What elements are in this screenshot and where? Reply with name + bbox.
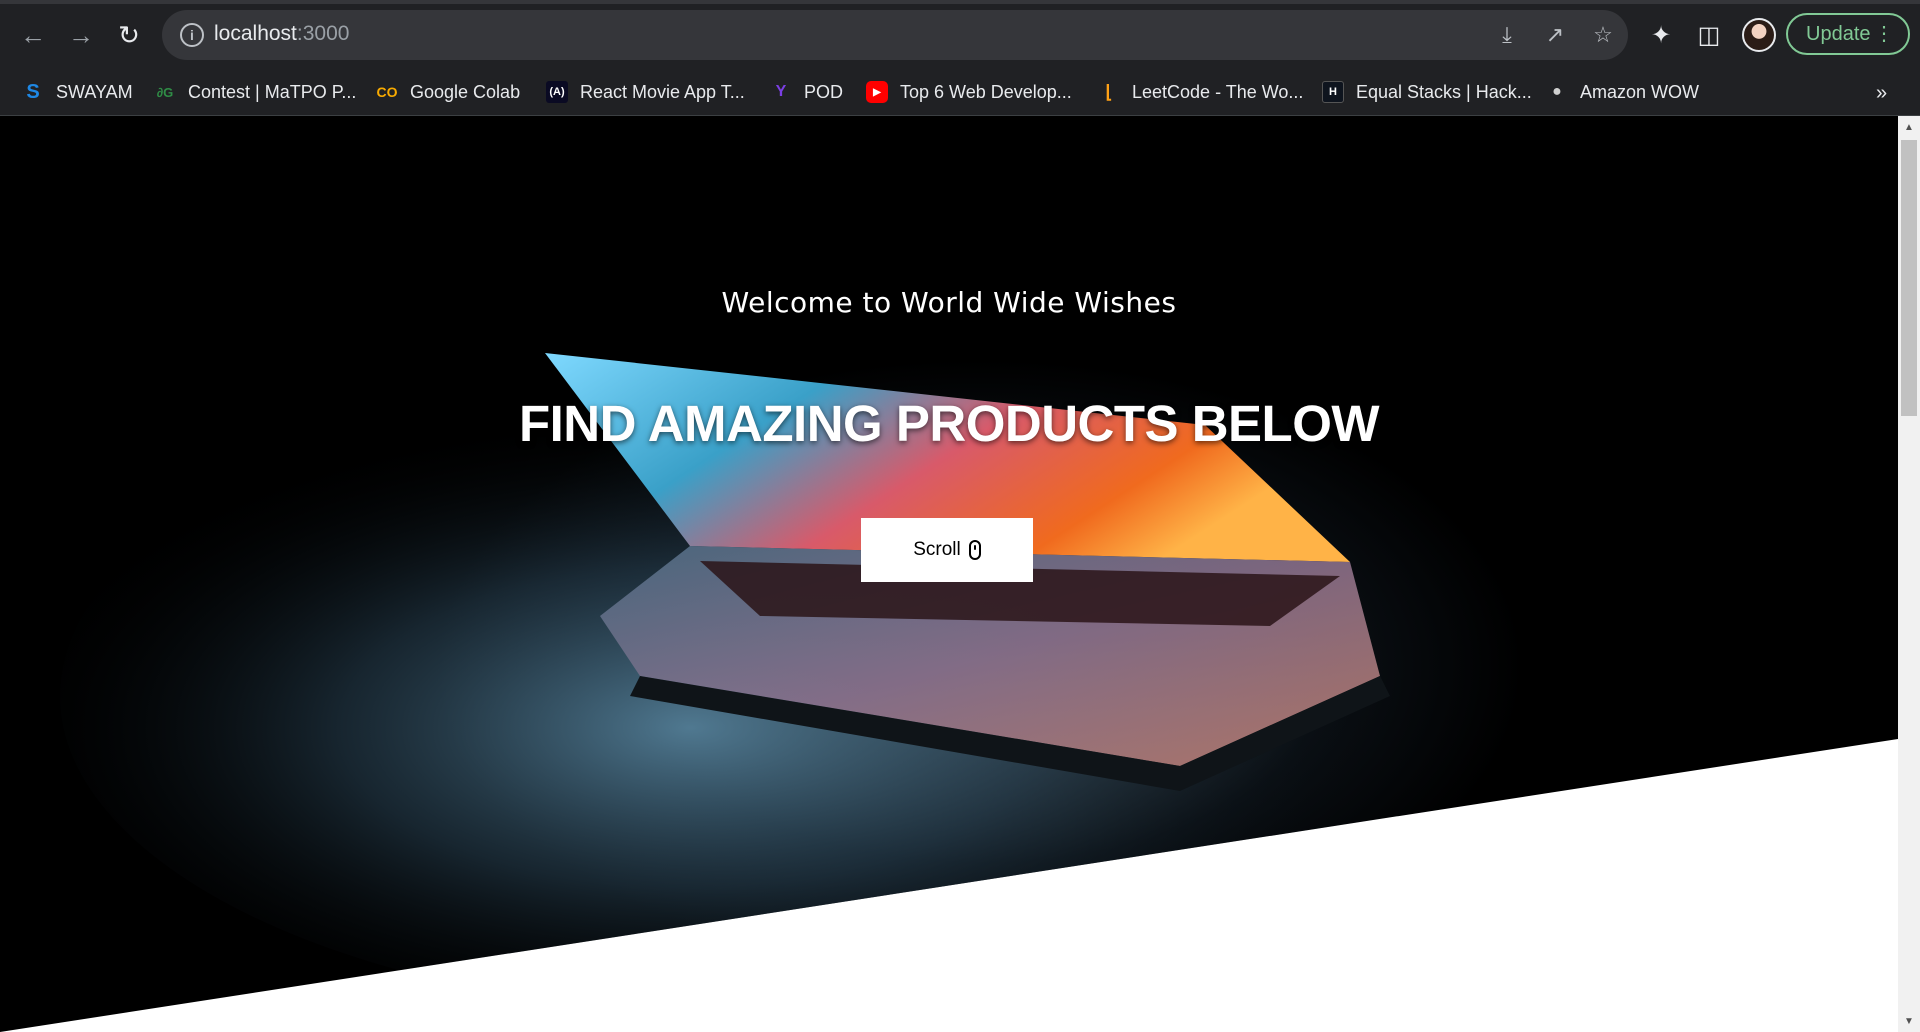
url-host: localhost [214, 22, 297, 45]
bookmark-react-movie-app[interactable]: (A) React Movie App T... [546, 78, 745, 106]
site-info-icon[interactable]: i [180, 23, 204, 47]
amazon-wow-icon: ● [1552, 83, 1562, 100]
freecodecamp-icon: (A) [546, 81, 568, 103]
hackerrank-icon: H [1322, 81, 1344, 103]
bookmark-label: Google Colab [410, 81, 521, 102]
side-panel-icon[interactable]: ◫ [1694, 20, 1724, 50]
page-viewport: Welcome to World Wide Wishes FIND AMAZIN… [0, 116, 1898, 1032]
bookmark-label: Contest | MaTPO P... [188, 81, 357, 102]
bookmark-pod[interactable]: Y POD [770, 78, 843, 106]
share-icon[interactable]: ↗ [1542, 22, 1568, 48]
bookmark-leetcode[interactable]: ⌊ LeetCode - The Wo... [1098, 78, 1303, 106]
bookmark-swayam[interactable]: S SWAYAM [22, 78, 133, 106]
back-arrow-icon[interactable]: ← [16, 18, 50, 52]
mouse-icon [968, 540, 981, 560]
colab-icon: CO [376, 84, 398, 100]
extensions-puzzle-icon[interactable]: ✦ [1646, 20, 1676, 50]
update-label: Update [1806, 22, 1871, 45]
reload-icon[interactable]: ↻ [112, 18, 146, 52]
bookmark-label: POD [804, 81, 844, 102]
bookmarks-overflow-icon[interactable]: » [1876, 82, 1887, 105]
bookmark-label: Amazon WOW [1580, 81, 1700, 102]
swayam-icon: S [26, 80, 40, 103]
address-bar[interactable]: i localhost:3000 ⤓ ↗ ☆ [162, 10, 1628, 60]
bookmark-google-colab[interactable]: CO Google Colab [376, 78, 521, 106]
browser-toolbar: ← → ↻ i localhost:3000 ⤓ ↗ ☆ ✦ ◫ Update … [0, 0, 1920, 68]
scroll-down-arrow-icon[interactable]: ▼ [1898, 1010, 1920, 1032]
tab-strip [0, 0, 1920, 4]
bookmark-contest[interactable]: ∂G Contest | MaTPO P... [154, 78, 357, 106]
bookmark-label: SWAYAM [56, 81, 133, 102]
bookmark-label: React Movie App T... [580, 81, 745, 102]
bookmark-hackerrank[interactable]: H Equal Stacks | Hack... [1322, 78, 1532, 106]
welcome-text: Welcome to World Wide Wishes [721, 286, 1177, 319]
geeksforgeeks-icon: ∂G [156, 84, 174, 100]
bookmark-label: Equal Stacks | Hack... [1356, 81, 1532, 102]
scroll-button[interactable]: Scroll [861, 518, 1033, 582]
hero-headline: FIND AMAZING PRODUCTS BELOW [518, 395, 1380, 452]
scrollbar-thumb[interactable] [1901, 140, 1917, 416]
youtube-icon: ▶ [866, 81, 888, 103]
scroll-label: Scroll [913, 539, 961, 560]
profile-avatar[interactable] [1742, 18, 1776, 52]
bookmark-youtube[interactable]: ▶ Top 6 Web Develop... [866, 78, 1072, 106]
more-menu-icon[interactable]: ⋮ [1874, 23, 1894, 45]
bookmarks-bar: S SWAYAM ∂G Contest | MaTPO P... CO Goog… [0, 68, 1920, 116]
update-button[interactable]: Update ⋮ [1786, 13, 1910, 55]
pod-icon: Y [775, 83, 787, 100]
url-port: :3000 [296, 22, 350, 45]
bookmark-label: LeetCode - The Wo... [1132, 81, 1304, 102]
leetcode-icon: ⌊ [1105, 81, 1113, 102]
hero-banner: Welcome to World Wide Wishes FIND AMAZIN… [0, 116, 1898, 1032]
forward-arrow-icon[interactable]: → [64, 18, 98, 52]
url-text[interactable]: localhost:3000 [214, 22, 349, 46]
bookmark-star-icon[interactable]: ☆ [1590, 22, 1616, 48]
hero-content: Welcome to World Wide Wishes FIND AMAZIN… [0, 116, 1898, 1032]
bookmark-amazon-wow[interactable]: ● Amazon WOW [1546, 78, 1699, 106]
page-scrollbar[interactable]: ▲ ▼ [1898, 116, 1920, 1032]
install-app-icon[interactable]: ⤓ [1494, 22, 1520, 48]
scroll-up-arrow-icon[interactable]: ▲ [1898, 116, 1920, 138]
bookmark-label: Top 6 Web Develop... [900, 81, 1072, 102]
